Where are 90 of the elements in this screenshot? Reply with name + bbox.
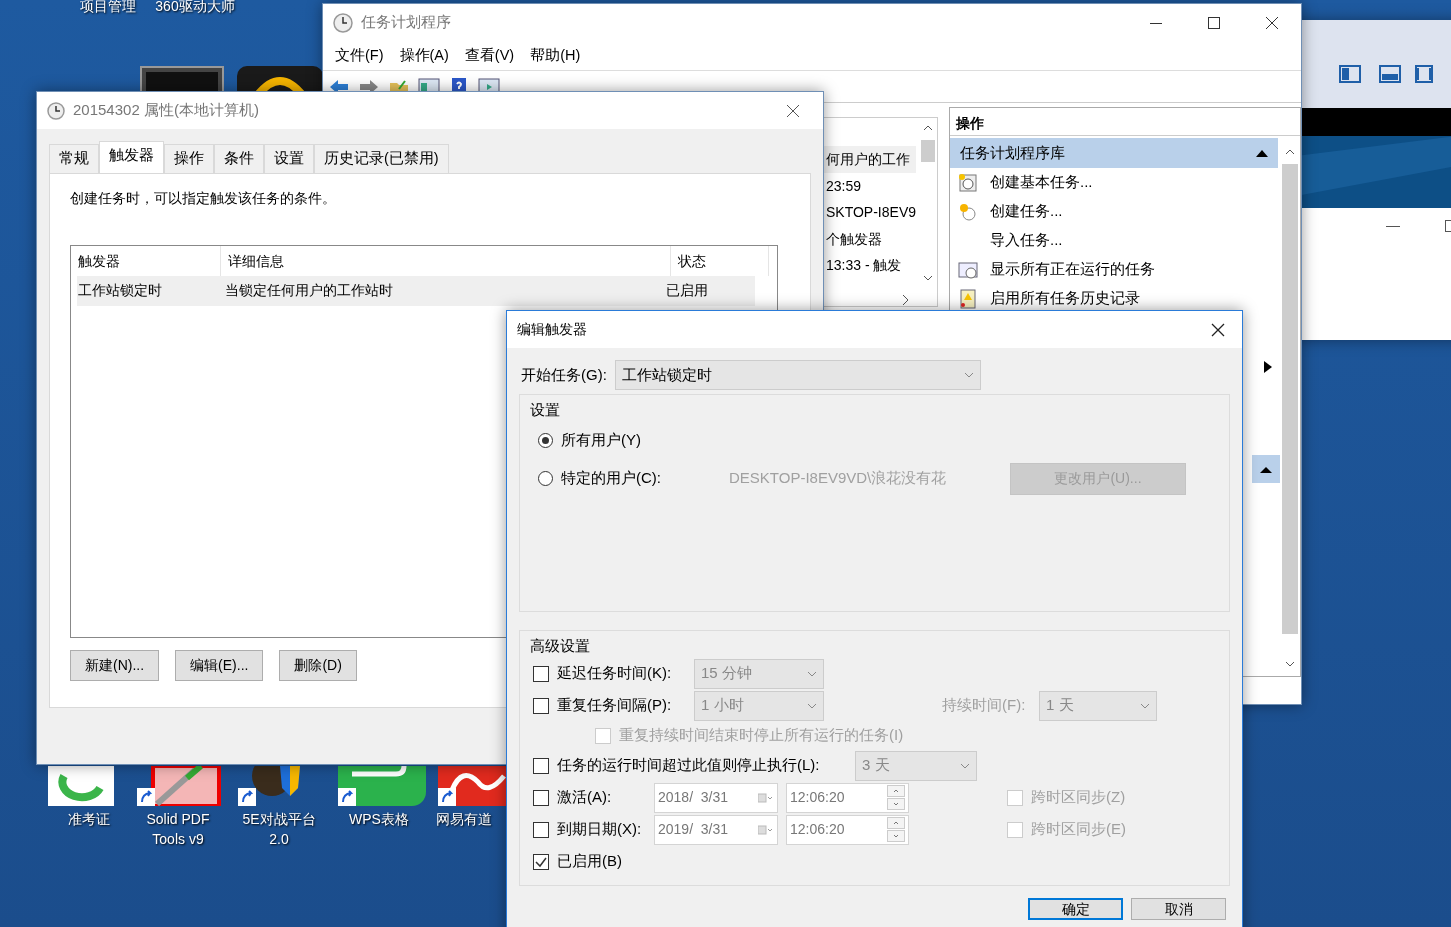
- radio-label[interactable]: 特定的用户(C):: [561, 467, 729, 490]
- caret-icon: [960, 762, 970, 769]
- section-header[interactable]: 任务计划程序库: [950, 138, 1278, 168]
- action-label[interactable]: 启用所有任务历史记录: [990, 287, 1140, 310]
- table-cell-text: 当锁定任何用户的工作站时: [224, 281, 395, 301]
- checkbox[interactable]: [533, 853, 549, 870]
- radio-button[interactable]: [538, 471, 553, 486]
- desktop-icon-label[interactable]: 5E对战平台 2.0: [234, 809, 324, 849]
- checkbox-label[interactable]: 激活(A):: [557, 786, 654, 809]
- desktop-icon-label[interactable]: WPS表格: [334, 809, 424, 829]
- window-title: 编辑触发器: [517, 320, 587, 339]
- checkbox[interactable]: [533, 665, 549, 682]
- tab[interactable]: 触发器: [99, 141, 164, 173]
- checkbox[interactable]: [533, 697, 549, 714]
- table-cell-text: 已启用: [664, 281, 709, 301]
- expand-icon[interactable]: [1264, 361, 1272, 373]
- dialog-button[interactable]: 编辑(E)...: [175, 649, 264, 681]
- caret-icon: [963, 372, 974, 378]
- column-header[interactable]: 触发器: [71, 245, 221, 276]
- collapse-icon[interactable]: [1252, 455, 1280, 483]
- column-header[interactable]: 状态: [671, 245, 769, 276]
- action-label[interactable]: 显示所有正在运行的任务: [990, 258, 1155, 281]
- caret-icon: [807, 702, 817, 709]
- field-label: 开始任务(G):: [521, 364, 607, 385]
- dialog-button[interactable]: 取消: [1131, 898, 1226, 920]
- caret-icon: [1140, 702, 1150, 709]
- action-label[interactable]: 创建任务...: [990, 200, 1063, 223]
- user-name: DESKTOP-I8EV9VD\浪花没有花: [729, 468, 948, 489]
- clock-icon: [333, 12, 353, 33]
- detail-text: 13:33 - 触发: [825, 256, 903, 275]
- detail-text: SKTOP-I8EV9: [825, 203, 916, 222]
- dialog-button[interactable]: 删除(D): [279, 649, 357, 681]
- checkbox[interactable]: [533, 789, 549, 806]
- dialog-button[interactable]: 新建(N)...: [70, 649, 160, 681]
- table-row[interactable]: 工作站锁定时 当锁定任何用户的工作站时 已启用: [77, 275, 755, 306]
- radio-label[interactable]: 所有用户(Y): [561, 429, 729, 452]
- menu-item[interactable]: 查看(V): [456, 44, 523, 67]
- group-label: 设置: [529, 400, 561, 420]
- action-item[interactable]: 创建基本任务...: [950, 168, 1276, 197]
- action-label[interactable]: 导入任务...: [990, 229, 1063, 252]
- tab[interactable]: 历史记录(已禁用): [314, 144, 449, 173]
- desktop-icon-label[interactable]: Solid PDF Tools v9: [133, 809, 223, 849]
- desktop-icon-label[interactable]: 准考证: [44, 809, 134, 829]
- window-title: 20154302 属性(本地计算机): [73, 100, 259, 121]
- pane-header: 操作: [950, 108, 1300, 136]
- tab[interactable]: 常规: [49, 144, 99, 173]
- scroll-right-icon[interactable]: [901, 294, 911, 306]
- checkbox[interactable]: [533, 821, 549, 838]
- dialog-button[interactable]: 确定: [1028, 898, 1123, 920]
- checkbox-label[interactable]: 重复任务间隔(P):: [557, 694, 694, 717]
- task-icon: [958, 172, 978, 193]
- desktop-icon-label[interactable]: 网易有道: [436, 809, 504, 829]
- collapse-icon[interactable]: [1256, 149, 1268, 157]
- action-item[interactable]: 启用所有任务历史记录: [950, 284, 1276, 313]
- date-field[interactable]: 2019/ 3/31: [654, 814, 778, 845]
- tab[interactable]: 操作: [164, 144, 214, 173]
- caret-icon: [807, 670, 817, 677]
- radio-button[interactable]: [538, 433, 553, 448]
- checkbox[interactable]: [533, 757, 549, 774]
- detail-text: 个触发器: [825, 229, 883, 249]
- date-field[interactable]: 2018/ 3/31: [654, 782, 778, 813]
- checkbox-label[interactable]: 任务的运行时间超过此值则停止执行(L):: [557, 754, 855, 777]
- column-header[interactable]: 详细信息: [221, 245, 671, 276]
- action-item[interactable]: 导入任务...: [950, 226, 1276, 255]
- checkbox-label[interactable]: 延迟任务时间(K):: [557, 662, 694, 685]
- task-icon: [958, 288, 978, 309]
- detail-text: 何用户的工作: [824, 146, 916, 173]
- menu-item[interactable]: 文件(F): [327, 44, 392, 67]
- menu-item[interactable]: 操作(A): [391, 44, 457, 67]
- action-item[interactable]: 显示所有正在运行的任务: [950, 255, 1276, 284]
- description-text: 创建任务时，可以指定触发该任务的条件。: [70, 188, 337, 208]
- group-label: 高级设置: [529, 636, 591, 656]
- action-item[interactable]: 创建任务...: [950, 197, 1276, 226]
- minimize-button[interactable]: [1386, 226, 1400, 228]
- begin-dropdown[interactable]: 工作站锁定时: [614, 360, 981, 390]
- task-icon: [958, 259, 978, 280]
- menu-item[interactable]: 帮助(H): [522, 44, 589, 67]
- maximize-button[interactable]: [1445, 220, 1451, 232]
- detail-text: 23:59: [825, 176, 863, 196]
- field-label: 持续时间(F):: [942, 695, 1027, 716]
- table-cell-text: 工作站锁定时: [77, 281, 163, 301]
- task-icon: [958, 201, 978, 222]
- tab[interactable]: 条件: [214, 144, 264, 173]
- tab[interactable]: 设置: [264, 144, 314, 173]
- window-title: 任务计划程序: [361, 12, 451, 33]
- checkbox-label[interactable]: 已启用(B): [557, 850, 622, 873]
- desktop-icon-label[interactable]: 360驱动大师: [135, 0, 255, 16]
- checkbox-label[interactable]: 到期日期(X):: [557, 818, 654, 841]
- clock-icon: [47, 101, 65, 120]
- action-label[interactable]: 创建基本任务...: [990, 171, 1093, 194]
